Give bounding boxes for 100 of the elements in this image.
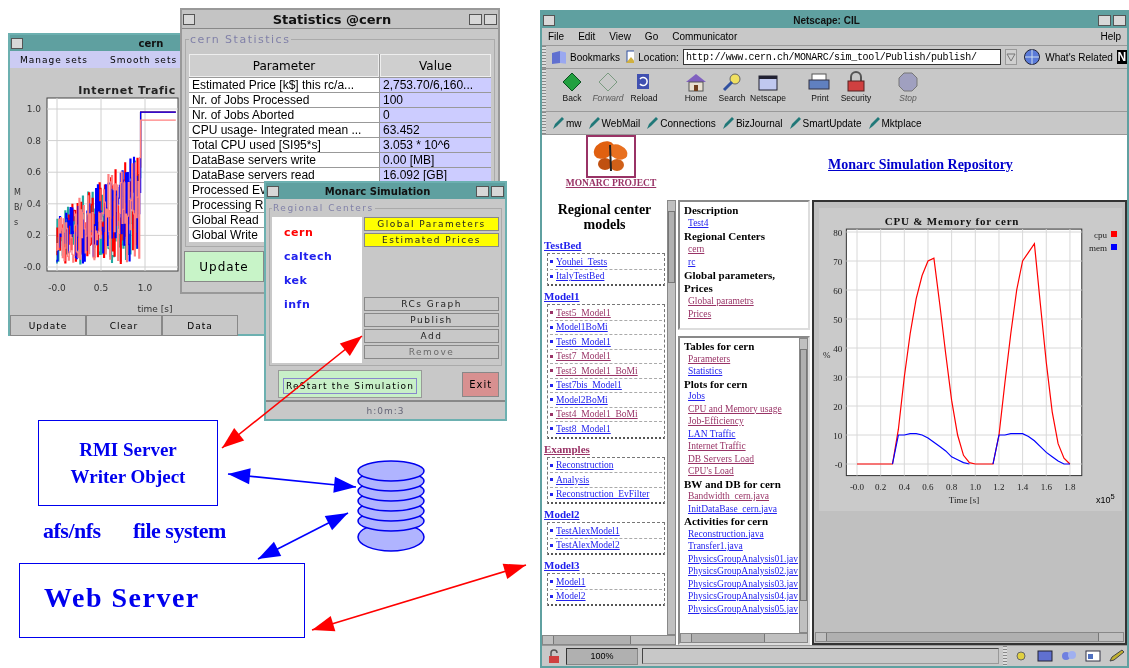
whats-related-button[interactable]: What's Related [1045,51,1113,63]
center-item[interactable]: infn [284,297,362,312]
center-item[interactable]: cern [284,225,362,240]
test-link[interactable]: Test6_Model1 [556,336,611,347]
page-link[interactable]: Bandwidth_cern.java [688,490,769,503]
test-link[interactable]: Youhei_Tests [556,256,608,267]
toolbar-button[interactable]: Search [714,69,750,111]
picture-icon[interactable] [1083,648,1103,664]
page-link[interactable]: PhysicsGroupAnalysis05.jav [688,602,799,615]
maximize-button[interactable] [491,185,504,197]
page-link[interactable]: PhysicsGroupAnalysis01.jav [688,552,799,565]
page-link[interactable]: PhysicsGroupAnalysis02.jav [688,565,799,578]
test-link[interactable]: Test5_Model1 [556,307,611,318]
column-header[interactable]: Value [380,54,491,77]
page-link[interactable]: LAN Traffic [688,427,736,440]
page-link[interactable]: Global parametrs [688,295,754,308]
bookmarks-icon[interactable] [550,49,567,65]
toolbar-button[interactable]: Back [554,69,590,111]
column-header[interactable]: Parameter [189,54,379,77]
repository-link[interactable]: Monarc Simulation Repository [828,157,1013,200]
page-link[interactable]: Statistics [688,365,723,378]
maximize-button[interactable] [1113,14,1126,26]
bookmark-button[interactable]: Connections [646,116,716,130]
toolbar-button[interactable]: Home [678,69,714,111]
window-menu-button[interactable] [11,37,23,49]
plot-button[interactable]: Update [10,315,86,336]
exit-button[interactable]: Exit [462,371,500,397]
toolbar-button[interactable]: Netscape [750,69,786,111]
page-link[interactable]: Job-Efficiency [688,415,744,428]
test-link[interactable]: Model2 [556,591,586,602]
menu-item[interactable]: View [609,31,631,42]
bookmarks-button[interactable]: Bookmarks [570,51,621,63]
scrollbar[interactable] [667,200,676,635]
menu-item[interactable]: Go [644,31,659,42]
action-button[interactable]: RCs Graph [364,297,499,311]
dropdown-button[interactable] [1004,49,1017,65]
model-link[interactable]: TestBed [544,238,665,252]
menu-item[interactable]: Edit [578,31,596,42]
model-link[interactable]: Examples [544,441,665,456]
scrollbar[interactable] [542,635,676,645]
test-link[interactable]: Test3_Model1_BoMi [556,365,638,376]
url-field[interactable]: http://www.cern.ch/MONARC/sim_tool/Publish/publish/ [682,49,1001,65]
toolbar-button[interactable]: Print [802,69,838,111]
action-button[interactable]: Global Parameters [364,217,499,231]
mail-icon[interactable] [1035,648,1055,664]
center-item[interactable]: caltech [284,249,362,264]
page-link[interactable]: cern [688,243,705,256]
minimize-button[interactable] [476,185,489,197]
padlock-icon[interactable] [546,648,562,664]
window-menu-button[interactable] [267,185,279,197]
model-link[interactable]: Model2 [544,507,665,521]
model-link[interactable]: Model1 [544,289,665,303]
toolbar-button[interactable]: Reload [626,69,662,111]
test-link[interactable]: Analysis [556,474,590,485]
scrollbar[interactable] [815,632,1124,642]
menu-item[interactable]: Communicator [672,31,738,42]
page-link[interactable]: Internet Traffic [688,440,746,453]
bookmark-button[interactable]: BizJournal [721,116,783,130]
test-link[interactable]: Model2BoMi [556,394,608,405]
update-button[interactable]: Update [184,251,264,282]
page-link[interactable]: InitDataBase_cern.java [688,502,777,515]
page-link[interactable]: rc [688,256,696,269]
test-link[interactable]: ItalyTestBed [556,271,605,282]
menu-item[interactable]: Help [1100,31,1121,42]
scrollbar[interactable] [799,338,808,633]
page-link[interactable]: Jobs [688,390,705,403]
project-link[interactable]: MONARC PROJECT [565,178,657,188]
action-button[interactable]: Publish [364,313,499,327]
test-link[interactable]: Reconstruction [556,460,614,471]
test-link[interactable]: TestAlexModel1 [556,525,620,536]
minimize-button[interactable] [469,13,482,25]
action-button[interactable]: Estimated Prices [364,233,499,247]
test-link[interactable]: TestAlexModel2 [556,540,620,551]
bookmark-button[interactable]: mw [552,116,582,130]
scrollbar[interactable] [680,633,808,643]
center-item[interactable]: kek [284,273,362,288]
plot-button[interactable]: Clear [86,315,162,336]
test-link[interactable]: Test8_Model1 [556,423,611,434]
test-link[interactable]: Model1BoMi [556,322,608,333]
window-menu-button[interactable] [183,13,195,25]
page-link[interactable]: Transfer1.java [688,540,743,553]
pen-icon[interactable] [1107,648,1127,664]
test-link[interactable]: Test7bis_Model1 [556,380,622,391]
test-link[interactable]: Model1 [556,576,586,587]
page-link[interactable]: Prices [688,308,712,321]
page-link[interactable]: PhysicsGroupAnalysis04.jav [688,590,799,603]
menu-item[interactable]: File [548,31,565,42]
bookmark-button[interactable]: Mktplace [867,116,922,130]
test-link[interactable]: Test4_Model1_BoMi [556,409,638,420]
menu-item[interactable]: Manage sets [20,54,89,65]
page-link[interactable]: PhysicsGroupAnalysis03.jav [688,577,799,590]
page-link[interactable]: Test4 [688,217,709,230]
window-menu-button[interactable] [543,14,555,26]
page-link[interactable]: Reconstruction.java [688,527,764,540]
maximize-button[interactable] [484,13,497,25]
page-link[interactable]: CPU and Memory usage [688,402,782,415]
menu-item[interactable]: Smooth sets [110,54,178,65]
plot-button[interactable]: Data [162,315,238,336]
bookmark-button[interactable]: WebMail [587,116,641,130]
minimize-button[interactable] [1098,14,1111,26]
